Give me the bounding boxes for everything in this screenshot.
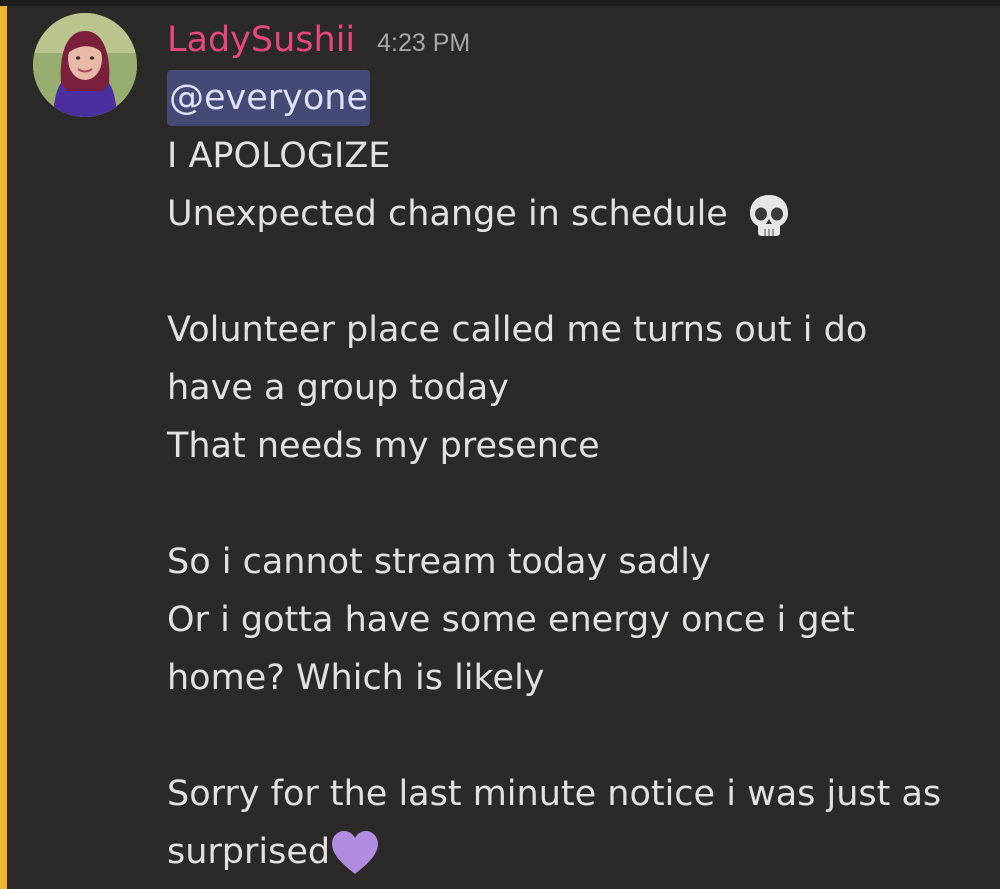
chat-message[interactable]: LadySushii 4:23 PM @everyone I APOLOGIZE… (7, 6, 1000, 889)
skull-emoji-icon (745, 191, 793, 239)
mention-highlight-bar (0, 6, 7, 889)
message-line: have a group today (167, 368, 509, 408)
message-line: Sorry for the last minute notice i was j… (167, 774, 942, 814)
everyone-mention[interactable]: @everyone (167, 70, 371, 126)
message-line: That needs my presence (167, 426, 600, 466)
avatar[interactable] (33, 13, 137, 117)
message-line: home? Which is likely (167, 658, 545, 698)
message-line-with-emoji: Unexpected change in schedule (167, 185, 987, 243)
message-line: Or i gotta have some energy once i get (167, 600, 855, 640)
purple-heart-emoji-icon (330, 830, 380, 876)
message-line: I APOLOGIZE (167, 136, 391, 176)
username[interactable]: LadySushii (167, 20, 355, 60)
mention-line: @everyone (167, 69, 987, 127)
message-content: @everyone I APOLOGIZE Unexpected change … (167, 69, 987, 881)
message-line-with-emoji: surprised (167, 823, 987, 881)
message-line: surprised (167, 832, 331, 872)
message-line: Volunteer place called me turns out i do (167, 310, 868, 350)
message-line: Unexpected change in schedule (167, 194, 728, 234)
message-header: LadySushii 4:23 PM (167, 20, 470, 64)
timestamp[interactable]: 4:23 PM (377, 29, 470, 58)
message-line: So i cannot stream today sadly (167, 542, 711, 582)
